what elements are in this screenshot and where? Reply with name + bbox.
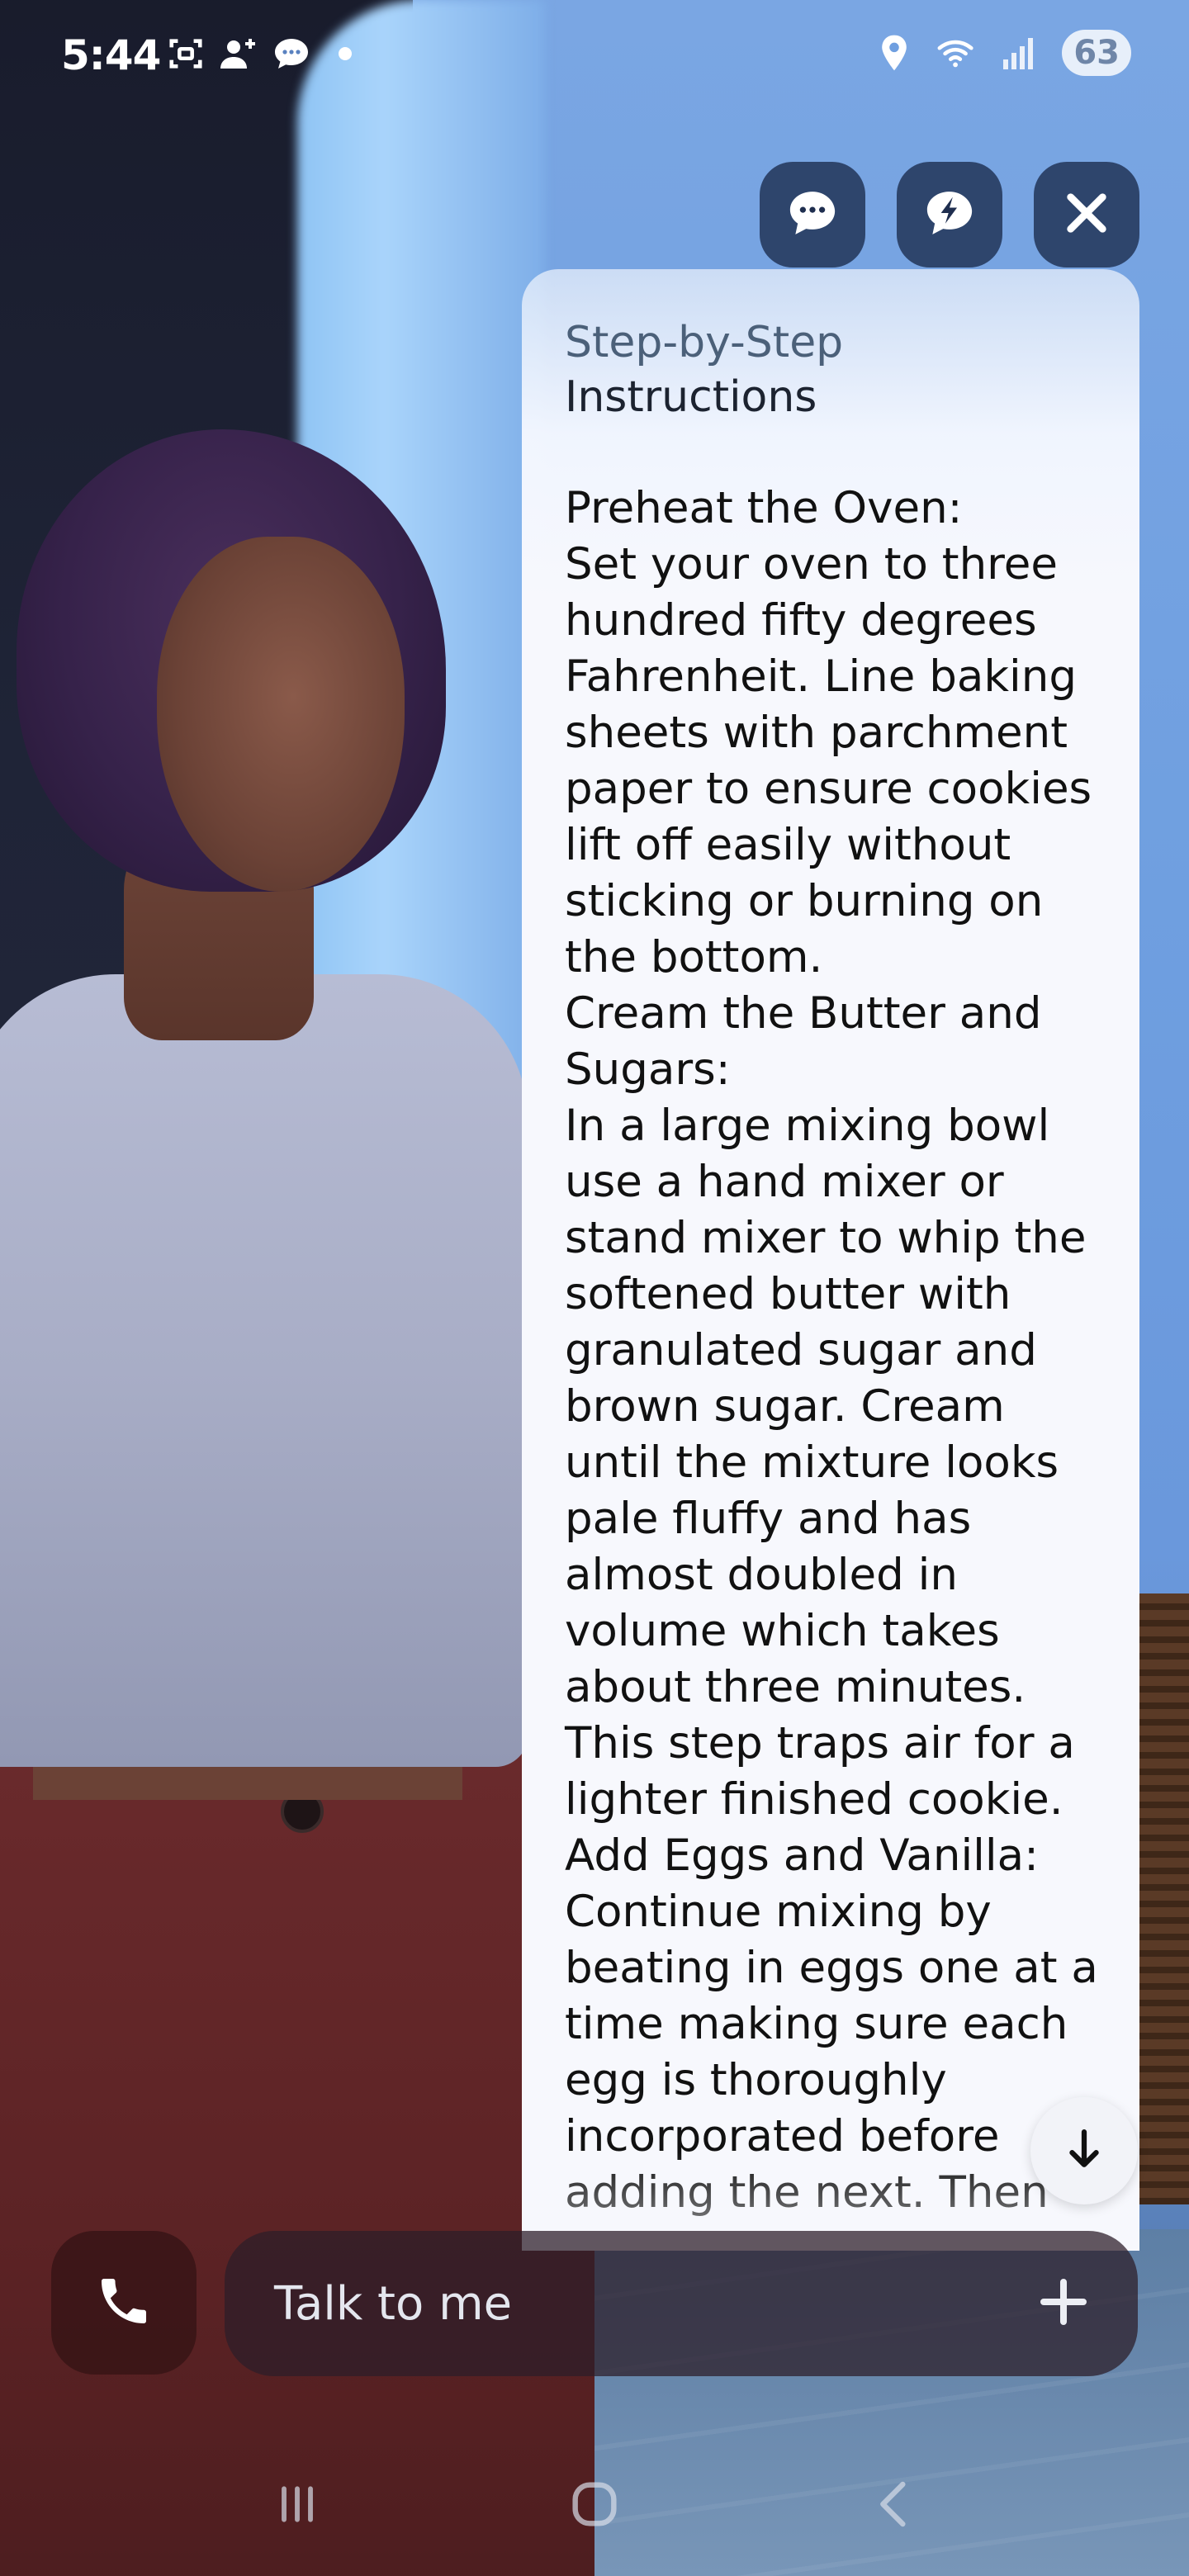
lightning-bubble-icon [924, 189, 975, 240]
status-bar: 5:44 63 [0, 0, 1189, 109]
add-contact-icon [218, 33, 259, 74]
quick-chat-button[interactable] [897, 162, 1002, 268]
close-button[interactable] [1034, 162, 1139, 268]
scroll-down-button[interactable] [1030, 2097, 1138, 2204]
instructions-text: Preheat the Oven: Set your oven to three… [565, 483, 1098, 2218]
avatar-face [157, 537, 405, 892]
battery-indicator: 63 [1062, 30, 1131, 76]
panel-title-line2: Instructions [565, 372, 817, 422]
panel-title: Step-by-Step Instructions [565, 315, 1093, 424]
panel-title-line1: Step-by-Step [565, 318, 844, 367]
recent-apps-icon [271, 2479, 324, 2532]
home-icon [566, 2475, 623, 2536]
add-attachment-button[interactable] [1014, 2254, 1113, 2353]
message-input[interactable]: Talk to me [225, 2231, 1138, 2376]
recent-apps-button[interactable] [248, 2456, 347, 2555]
back-button[interactable] [842, 2456, 941, 2555]
notification-dot [339, 47, 352, 60]
status-time: 5:44 [61, 31, 161, 79]
message-icon [271, 33, 312, 74]
message-input-placeholder: Talk to me [274, 2276, 513, 2331]
screenshot-icon [165, 33, 206, 74]
close-icon [1063, 189, 1111, 240]
navigation-bar [0, 2436, 1189, 2576]
location-icon [874, 32, 915, 73]
status-icons-right: 63 [874, 30, 1131, 76]
status-icons-left [165, 33, 352, 74]
chat-bubble-icon [787, 189, 838, 240]
wifi-icon [936, 32, 978, 73]
arrow-down-icon [1066, 2129, 1102, 2173]
chat-button[interactable] [760, 162, 865, 268]
call-button[interactable] [51, 2231, 197, 2375]
avatar-shirt [0, 974, 528, 1767]
back-icon [869, 2478, 915, 2534]
signal-icon [999, 32, 1040, 73]
home-button[interactable] [545, 2456, 644, 2555]
instructions-panel[interactable]: Step-by-Step Instructions Preheat the Ov… [522, 269, 1139, 2251]
plus-icon [1037, 2275, 1090, 2332]
phone-icon [94, 2271, 154, 2334]
